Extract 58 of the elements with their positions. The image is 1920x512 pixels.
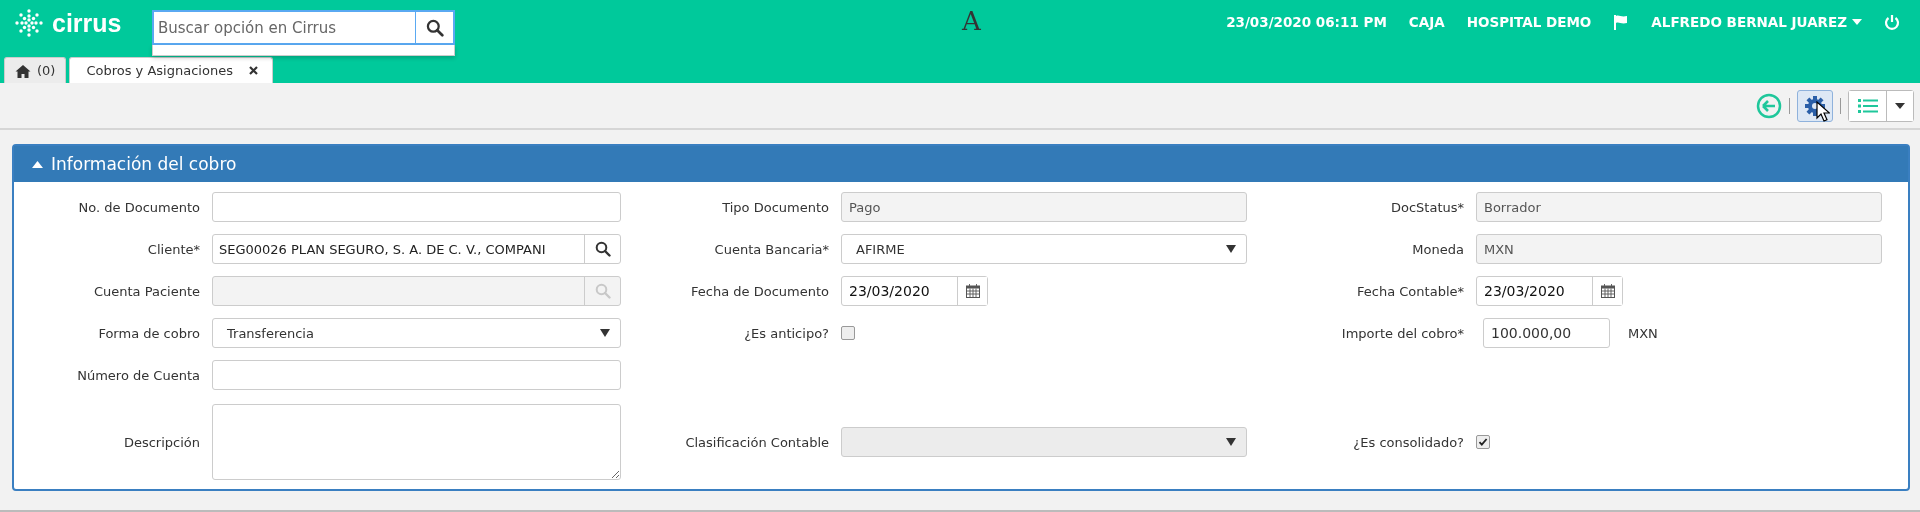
date-field[interactable]: 23/03/2020 [841,276,988,306]
field-label: Fecha de Documento [690,283,829,299]
checkbox[interactable] [841,326,855,340]
search-icon [594,283,611,299]
calendar-icon [1599,283,1616,299]
power-icon[interactable] [1884,14,1900,30]
panel-header[interactable]: Información del cobro [14,146,1908,182]
field-label: DocStatus* [1389,199,1464,215]
date-time: 23/03/2020 06:11 PM [1226,14,1387,30]
caret-icon [1226,438,1236,446]
field-label: Importe del cobro* [1340,325,1464,341]
field-label: Número de Cuenta [76,367,200,383]
amount-field[interactable]: 100.000,00 [1483,318,1610,348]
date-field[interactable]: 23/03/2020 [1476,276,1623,306]
cash-register-label: CAJA [1408,14,1445,30]
calendar-icon [964,283,981,299]
logo-icon [14,8,44,38]
select-field[interactable]: Transferencia [212,318,621,348]
field-label: Cliente* [146,241,200,257]
text-field[interactable] [212,360,621,390]
cursor-icon [1816,101,1830,122]
tab[interactable]: Cobros y Asignaciones [69,57,273,83]
lookup-field[interactable]: SEG00026 PLAN SEGURO, S. A. DE C. V., COMPANI [212,234,621,264]
flag-icon[interactable] [1613,14,1630,30]
collapse-icon [32,160,43,168]
close-icon[interactable] [248,66,258,75]
field-label: Moneda [1411,241,1464,257]
calendar-button[interactable] [1592,277,1622,305]
field-label: Clasificación Contable [684,434,829,450]
home-icon [15,63,31,78]
caret-icon [1852,19,1862,25]
text-field[interactable] [212,192,621,222]
field-label: Fecha Contable* [1356,283,1464,299]
field-label: Descripción [122,434,200,450]
calendar-button[interactable] [957,277,987,305]
field-label: Cuenta Paciente [92,283,200,299]
search-field[interactable]: Buscar opción en Cirrus [152,10,455,45]
currency-label: MXN [1628,325,1658,341]
search-icon [594,241,611,257]
field-label: Tipo Documento [721,199,829,215]
tab[interactable]: (0) [4,57,67,83]
list-icon [1857,98,1878,113]
hospital-label: HOSPITAL DEMO [1466,14,1592,30]
back-icon[interactable] [1756,92,1782,119]
caret-icon [1895,102,1905,109]
stray-letter: A [962,6,981,36]
field-label: Forma de cobro [97,325,200,341]
field-label: ¿Es anticipo? [743,325,829,341]
field-label: Cuenta Bancaria* [713,241,829,257]
logo-text: cirrus [52,8,122,38]
field-label: No. de Documento [77,199,200,215]
search-icon [425,18,444,37]
description-field[interactable] [212,404,621,480]
field-label: ¿Es consolidado? [1352,434,1464,450]
caret-icon [600,329,610,337]
checkbox[interactable] [1476,435,1490,449]
select-field[interactable]: AFIRME [841,234,1247,264]
caret-icon [1226,245,1236,253]
